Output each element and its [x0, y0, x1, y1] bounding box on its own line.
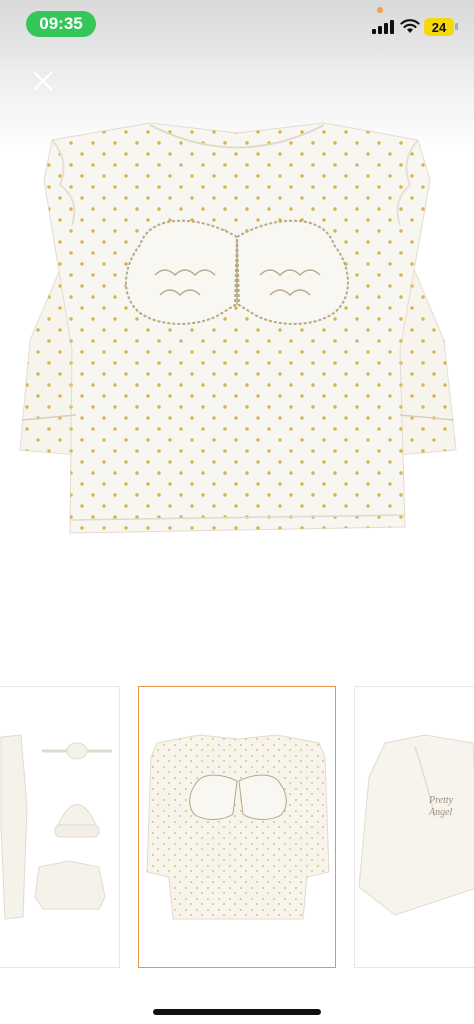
thumbnail-strip[interactable]: Pretty Angel — [0, 686, 474, 970]
shirt-illustration — [19, 122, 457, 534]
clock-time: 09:35 — [26, 11, 96, 37]
outfit-set-image — [0, 734, 112, 920]
angel-wing-top-thumbnail-image — [146, 734, 330, 920]
privacy-indicator-icon — [377, 7, 383, 13]
status-bar: 09:35 24 — [0, 0, 474, 50]
wifi-icon — [400, 19, 420, 33]
pretty-angel-print: Pretty Angel — [429, 795, 454, 818]
home-indicator[interactable] — [153, 1009, 321, 1015]
thumbnail-pretty-angel-top[interactable]: Pretty Angel — [354, 686, 474, 968]
battery-cap — [455, 23, 458, 30]
main-product-image[interactable] — [0, 115, 474, 555]
close-icon[interactable] — [28, 66, 58, 96]
battery-icon: 24 — [424, 18, 454, 36]
thumbnail-outfit-set[interactable] — [0, 686, 120, 968]
thumbnail-angel-wing-top[interactable] — [138, 686, 336, 968]
pretty-angel-top-thumbnail-image — [358, 734, 474, 916]
cellular-signal-icon — [372, 20, 394, 34]
